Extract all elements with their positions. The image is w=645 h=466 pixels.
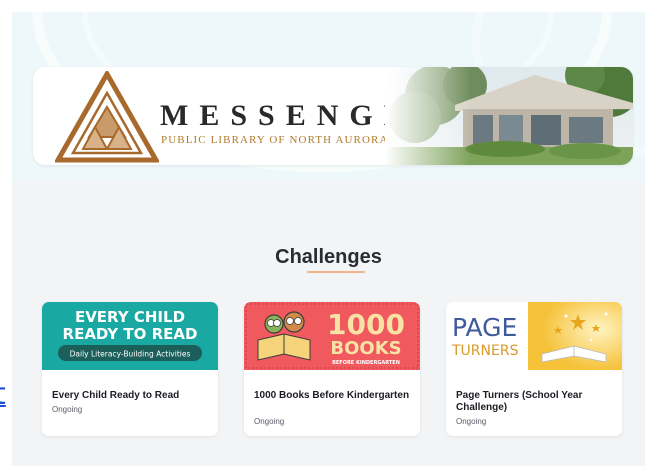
- card-title: Page Turners (School Year Challenge): [456, 390, 583, 413]
- image-line2: TURNERS: [451, 343, 519, 359]
- image-word: BOOKS: [330, 338, 401, 359]
- image-line1: EVERY CHILD: [75, 308, 185, 326]
- library-subtitle: PUBLIC LIBRARY OF NORTH AURORA: [161, 134, 389, 146]
- challenges-section: Challenges EVERY CHILD READY TO READ Dai…: [12, 182, 645, 466]
- every-child-ready-to-read-image: EVERY CHILD READY TO READ Daily Literacy…: [42, 302, 218, 370]
- 1000-books-image: 1000 BOOKS BEFORE KINDERGARTEN: [244, 302, 420, 370]
- page-turners-image: PAGE TURNERS: [446, 302, 622, 370]
- library-building-photo: [385, 67, 633, 165]
- card-status: Ongoing: [254, 417, 285, 426]
- title-underline: [307, 271, 365, 273]
- card-title: Every Child Ready to Read: [52, 390, 180, 401]
- card-title: 1000 Books Before Kindergarten: [254, 390, 410, 401]
- image-tagline: Daily Literacy-Building Activities: [70, 350, 191, 359]
- library-logo-icon: [55, 71, 159, 163]
- stray-link[interactable]: t: [0, 380, 6, 410]
- library-banner[interactable]: MESSENGER PUBLIC LIBRARY OF NORTH AURORA: [33, 67, 633, 165]
- image-line2: READY TO READ: [63, 325, 198, 343]
- card-status: Ongoing: [52, 405, 83, 414]
- challenge-card-page-turners[interactable]: PAGE TURNERS Page Turners (School Year C…: [446, 302, 622, 436]
- card-status: Ongoing: [456, 417, 487, 426]
- challenge-card-1000-books[interactable]: 1000 BOOKS BEFORE KINDERGARTEN 1000 Book…: [244, 302, 420, 436]
- section-title: Challenges: [275, 246, 382, 268]
- challenge-card-every-child[interactable]: EVERY CHILD READY TO READ Daily Literacy…: [42, 302, 218, 436]
- image-big-number: 1000: [327, 308, 405, 341]
- image-line1: PAGE: [452, 313, 517, 342]
- image-sub: BEFORE KINDERGARTEN: [332, 360, 400, 366]
